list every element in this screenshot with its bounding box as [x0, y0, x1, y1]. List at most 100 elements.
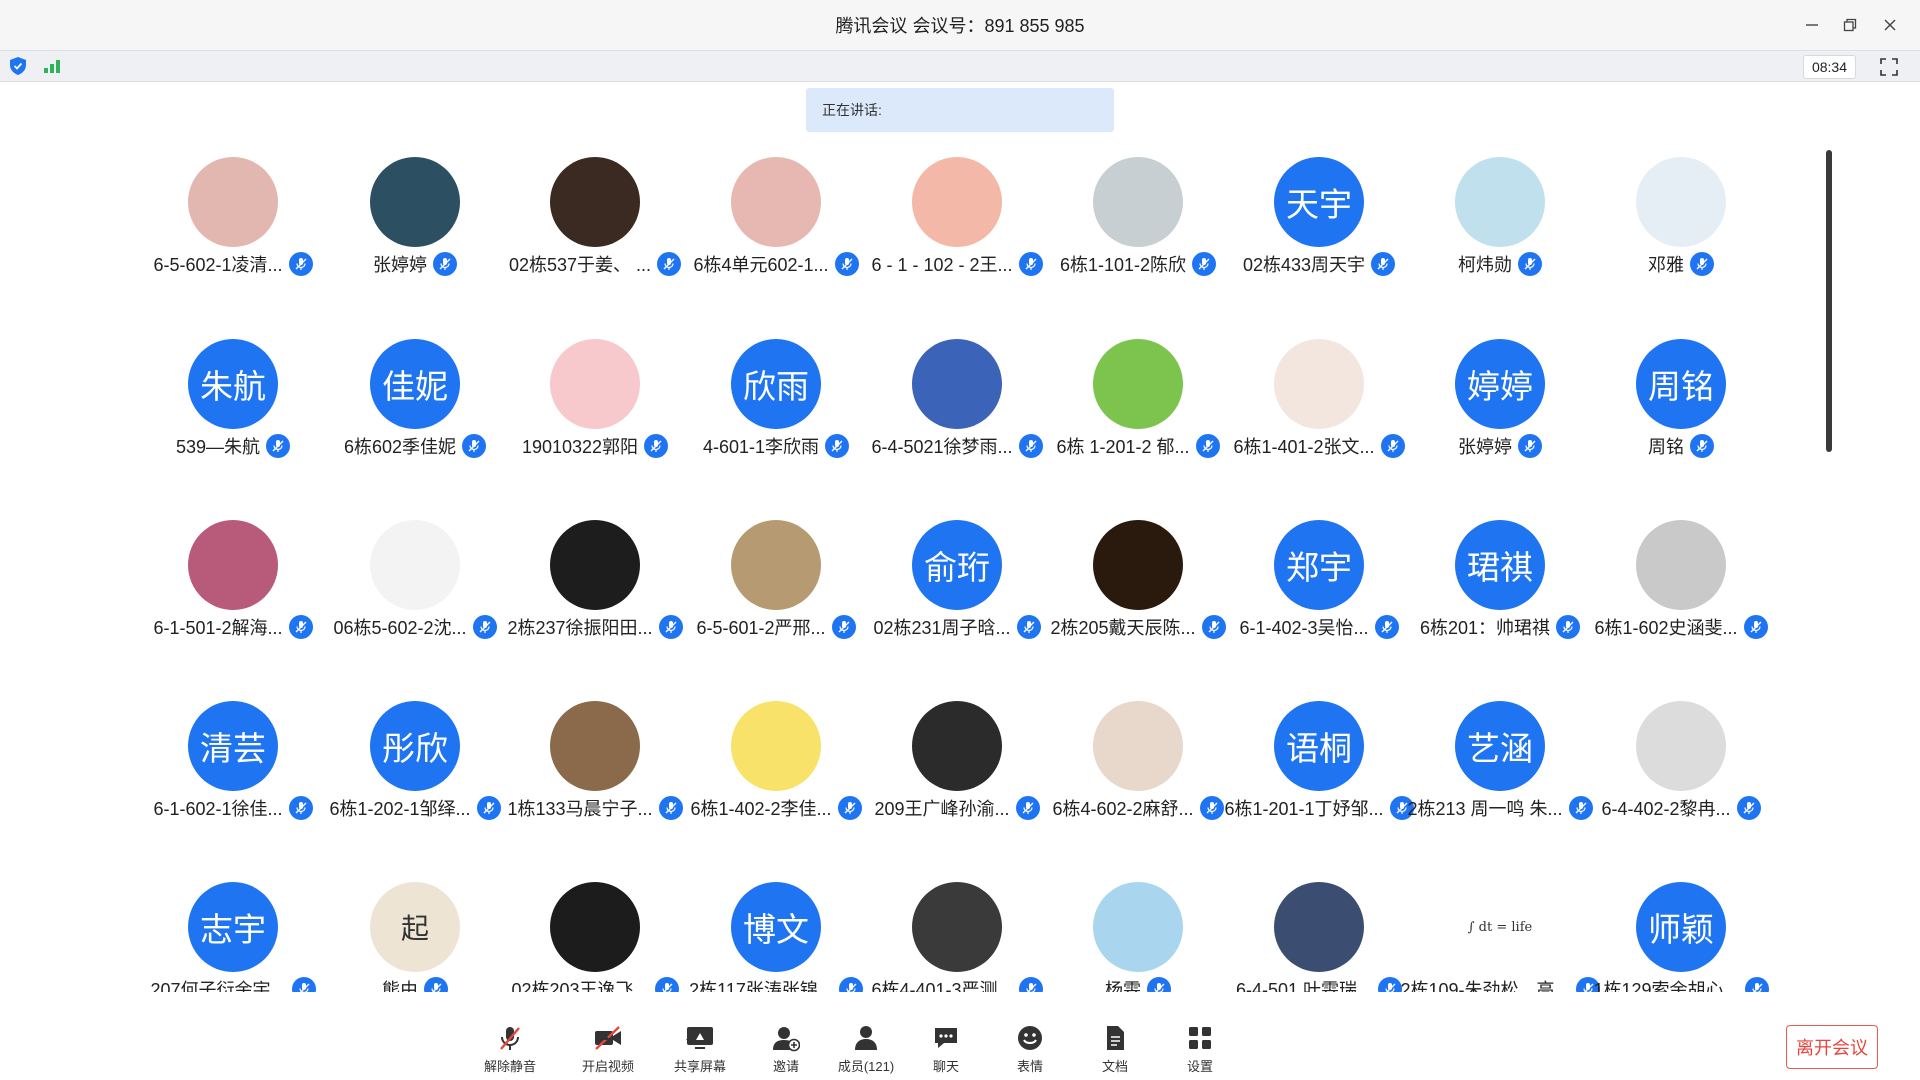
participant-tile[interactable]: 婷婷 张婷婷	[1410, 339, 1590, 469]
participant-name: 柯炜勋	[1458, 255, 1512, 275]
mic-muted-button[interactable]: 解除静音	[470, 1022, 550, 1075]
document-button[interactable]: 文档	[1075, 1022, 1155, 1075]
settings-button[interactable]: 设置	[1160, 1022, 1240, 1075]
participant-name-row: 6栋1-402-2李佳...	[686, 795, 866, 821]
participant-name-row: 6-4-402-2黎冉...	[1591, 795, 1771, 821]
avatar: 志宇	[188, 882, 278, 972]
toolbar-label: 成员(121)	[837, 1059, 895, 1074]
participant-tile[interactable]: ∫ dt = life 2栋109-朱劲松、高...	[1400, 882, 1600, 992]
participant-tile[interactable]: 师颖 1栋129索余胡心...	[1591, 882, 1771, 992]
audio-options-caret-icon[interactable]	[600, 1034, 610, 1040]
participant-tile[interactable]: 6栋1-602史涵斐...	[1591, 520, 1771, 650]
emoji-button[interactable]: 表情	[990, 1022, 1070, 1075]
participant-name-row: 6栋201：帅珺祺	[1410, 614, 1590, 640]
participant-name-row: 207何子衍余宇...	[143, 976, 323, 992]
participant-tile[interactable]: 6-5-601-2严邢...	[686, 520, 866, 650]
participant-tile[interactable]: 02栋203王逸飞...	[505, 882, 685, 992]
avatar	[1636, 520, 1726, 610]
mic-muted-icon	[1690, 252, 1714, 276]
mic-muted-icon	[831, 615, 856, 639]
participant-name-row: 周铭	[1591, 433, 1771, 459]
participant-tile[interactable]: 6-4-5021徐梦雨...	[867, 339, 1047, 469]
participant-tile[interactable]: 6栋1-402-2李佳...	[686, 701, 866, 831]
chat-button[interactable]: 聊天	[906, 1022, 986, 1075]
participant-tile[interactable]: 天宇 02栋433周天宇	[1229, 157, 1409, 287]
participant-tile[interactable]: 柯炜勋	[1410, 157, 1590, 287]
settings-icon	[1184, 1022, 1216, 1054]
avatar: 博文	[731, 882, 821, 972]
mic-muted-icon	[1378, 977, 1403, 992]
participant-tile[interactable]: 博文 2栋117张涛张锦...	[686, 882, 866, 992]
fullscreen-icon[interactable]	[1880, 58, 1898, 76]
avatar	[1093, 882, 1183, 972]
participant-tile[interactable]: 19010322郭阳	[505, 339, 685, 469]
participant-tile[interactable]: 语桐 6栋1-201-1丁妤邹...	[1224, 701, 1414, 831]
minimize-icon[interactable]	[1794, 0, 1830, 50]
network-signal-icon[interactable]	[44, 59, 60, 73]
participant-tile[interactable]: 张婷婷	[325, 157, 505, 287]
members-button[interactable]: 成员(121)	[826, 1022, 906, 1075]
participant-tile[interactable]: 彤欣 6栋1-202-1邹绎...	[325, 701, 505, 831]
participant-tile[interactable]: 俞珩 02栋231周子晗...	[867, 520, 1047, 650]
participant-name: 6栋201：帅珺祺	[1419, 618, 1551, 638]
emoji-icon	[1014, 1022, 1046, 1054]
mic-muted-icon	[1195, 434, 1220, 458]
participant-tile[interactable]: 6栋4-401-3严测...	[867, 882, 1047, 992]
participant-tile[interactable]: 6栋 1-201-2 郁...	[1048, 339, 1228, 469]
participant-name: 6栋4单元602-1...	[693, 255, 829, 275]
share-screen-button[interactable]: 共享屏幕	[660, 1022, 740, 1075]
participant-tile[interactable]: 6-5-602-1凌清...	[143, 157, 323, 287]
avatar	[370, 157, 460, 247]
mic-muted-icon	[644, 434, 669, 458]
grid-scrollbar[interactable]	[1826, 150, 1832, 452]
participant-tile[interactable]: 6-4-501 叶雯瑞...	[1229, 882, 1409, 992]
window-title: 腾讯会议 会议号：891 855 985	[835, 16, 1085, 36]
participant-tile[interactable]: 杨雯	[1048, 882, 1228, 992]
toolbar-label: 设置	[1186, 1059, 1213, 1074]
participant-tile[interactable]: 2栋237徐振阳田...	[505, 520, 685, 650]
participant-tile[interactable]: 6-1-501-2解海...	[143, 520, 323, 650]
participant-tile[interactable]: 起熊由	[325, 882, 505, 992]
security-shield-icon[interactable]	[10, 57, 26, 75]
restore-icon[interactable]	[1832, 0, 1868, 50]
participant-tile[interactable]: 郑宇 6-1-402-3吴怡...	[1229, 520, 1409, 650]
participant-tile[interactable]: 6-4-402-2黎冉...	[1591, 701, 1771, 831]
close-icon[interactable]	[1872, 0, 1908, 50]
participant-tile[interactable]: 周铭 周铭	[1591, 339, 1771, 469]
participant-tile[interactable]: 02栋537于姜、 ...	[505, 157, 685, 287]
participant-tile[interactable]: 欣雨 4-601-1李欣雨	[686, 339, 866, 469]
mic-muted-icon	[837, 796, 862, 820]
participant-tile[interactable]: 佳妮 6栋602季佳妮	[325, 339, 505, 469]
participant-tile[interactable]: 6栋4-602-2麻舒...	[1048, 701, 1228, 831]
participant-name-row: 2栋109-朱劲松、高...	[1400, 976, 1600, 992]
mic-muted-icon	[1018, 977, 1043, 992]
participant-tile[interactable]: 6 - 1 - 102 - 2王...	[867, 157, 1047, 287]
avatar	[1093, 701, 1183, 791]
participant-tile[interactable]: 06栋5-602-2沈...	[325, 520, 505, 650]
participant-name-row: 6-1-402-3吴怡...	[1229, 614, 1409, 640]
camera-off-button[interactable]: 开启视频	[568, 1022, 648, 1075]
participant-tile[interactable]: 6栋1-101-2陈欣	[1048, 157, 1228, 287]
participant-tile[interactable]: 6栋1-401-2张文...	[1229, 339, 1409, 469]
participant-tile[interactable]: 邓雅	[1591, 157, 1771, 287]
video-options-caret-icon[interactable]	[686, 1034, 696, 1040]
avatar-initials: 郑宇	[1286, 549, 1352, 586]
participant-tile[interactable]: 朱航 539—朱航	[143, 339, 323, 469]
participant-tile[interactable]: 2栋205戴天辰陈...	[1048, 520, 1228, 650]
avatar-initials: 朱航	[200, 368, 266, 405]
participant-tile[interactable]: 6栋4单元602-1...	[686, 157, 866, 287]
mic-muted-icon	[657, 252, 682, 276]
avatar: 清芸	[188, 701, 278, 791]
participant-tile[interactable]: 209王广峰孙渝...	[867, 701, 1047, 831]
invite-button[interactable]: 邀请	[746, 1022, 826, 1075]
participant-tile[interactable]: 志宇 207何子衍余宇...	[143, 882, 323, 992]
participant-tile[interactable]: 珺祺 6栋201：帅珺祺	[1410, 520, 1590, 650]
avatar	[550, 157, 640, 247]
leave-meeting-button[interactable]: 离开会议	[1786, 1025, 1878, 1069]
participant-name-row: 02栋433周天宇	[1229, 251, 1409, 277]
participant-tile[interactable]: 艺涵 2栋213 周一鸣 朱...	[1407, 701, 1593, 831]
participant-name-row: 6栋1-201-1丁妤邹...	[1224, 795, 1414, 821]
participant-tile[interactable]: 清芸 6-1-602-1徐佳...	[143, 701, 323, 831]
participant-tile[interactable]: 1栋133马晨宁子...	[505, 701, 685, 831]
avatar: 珺祺	[1455, 520, 1545, 610]
